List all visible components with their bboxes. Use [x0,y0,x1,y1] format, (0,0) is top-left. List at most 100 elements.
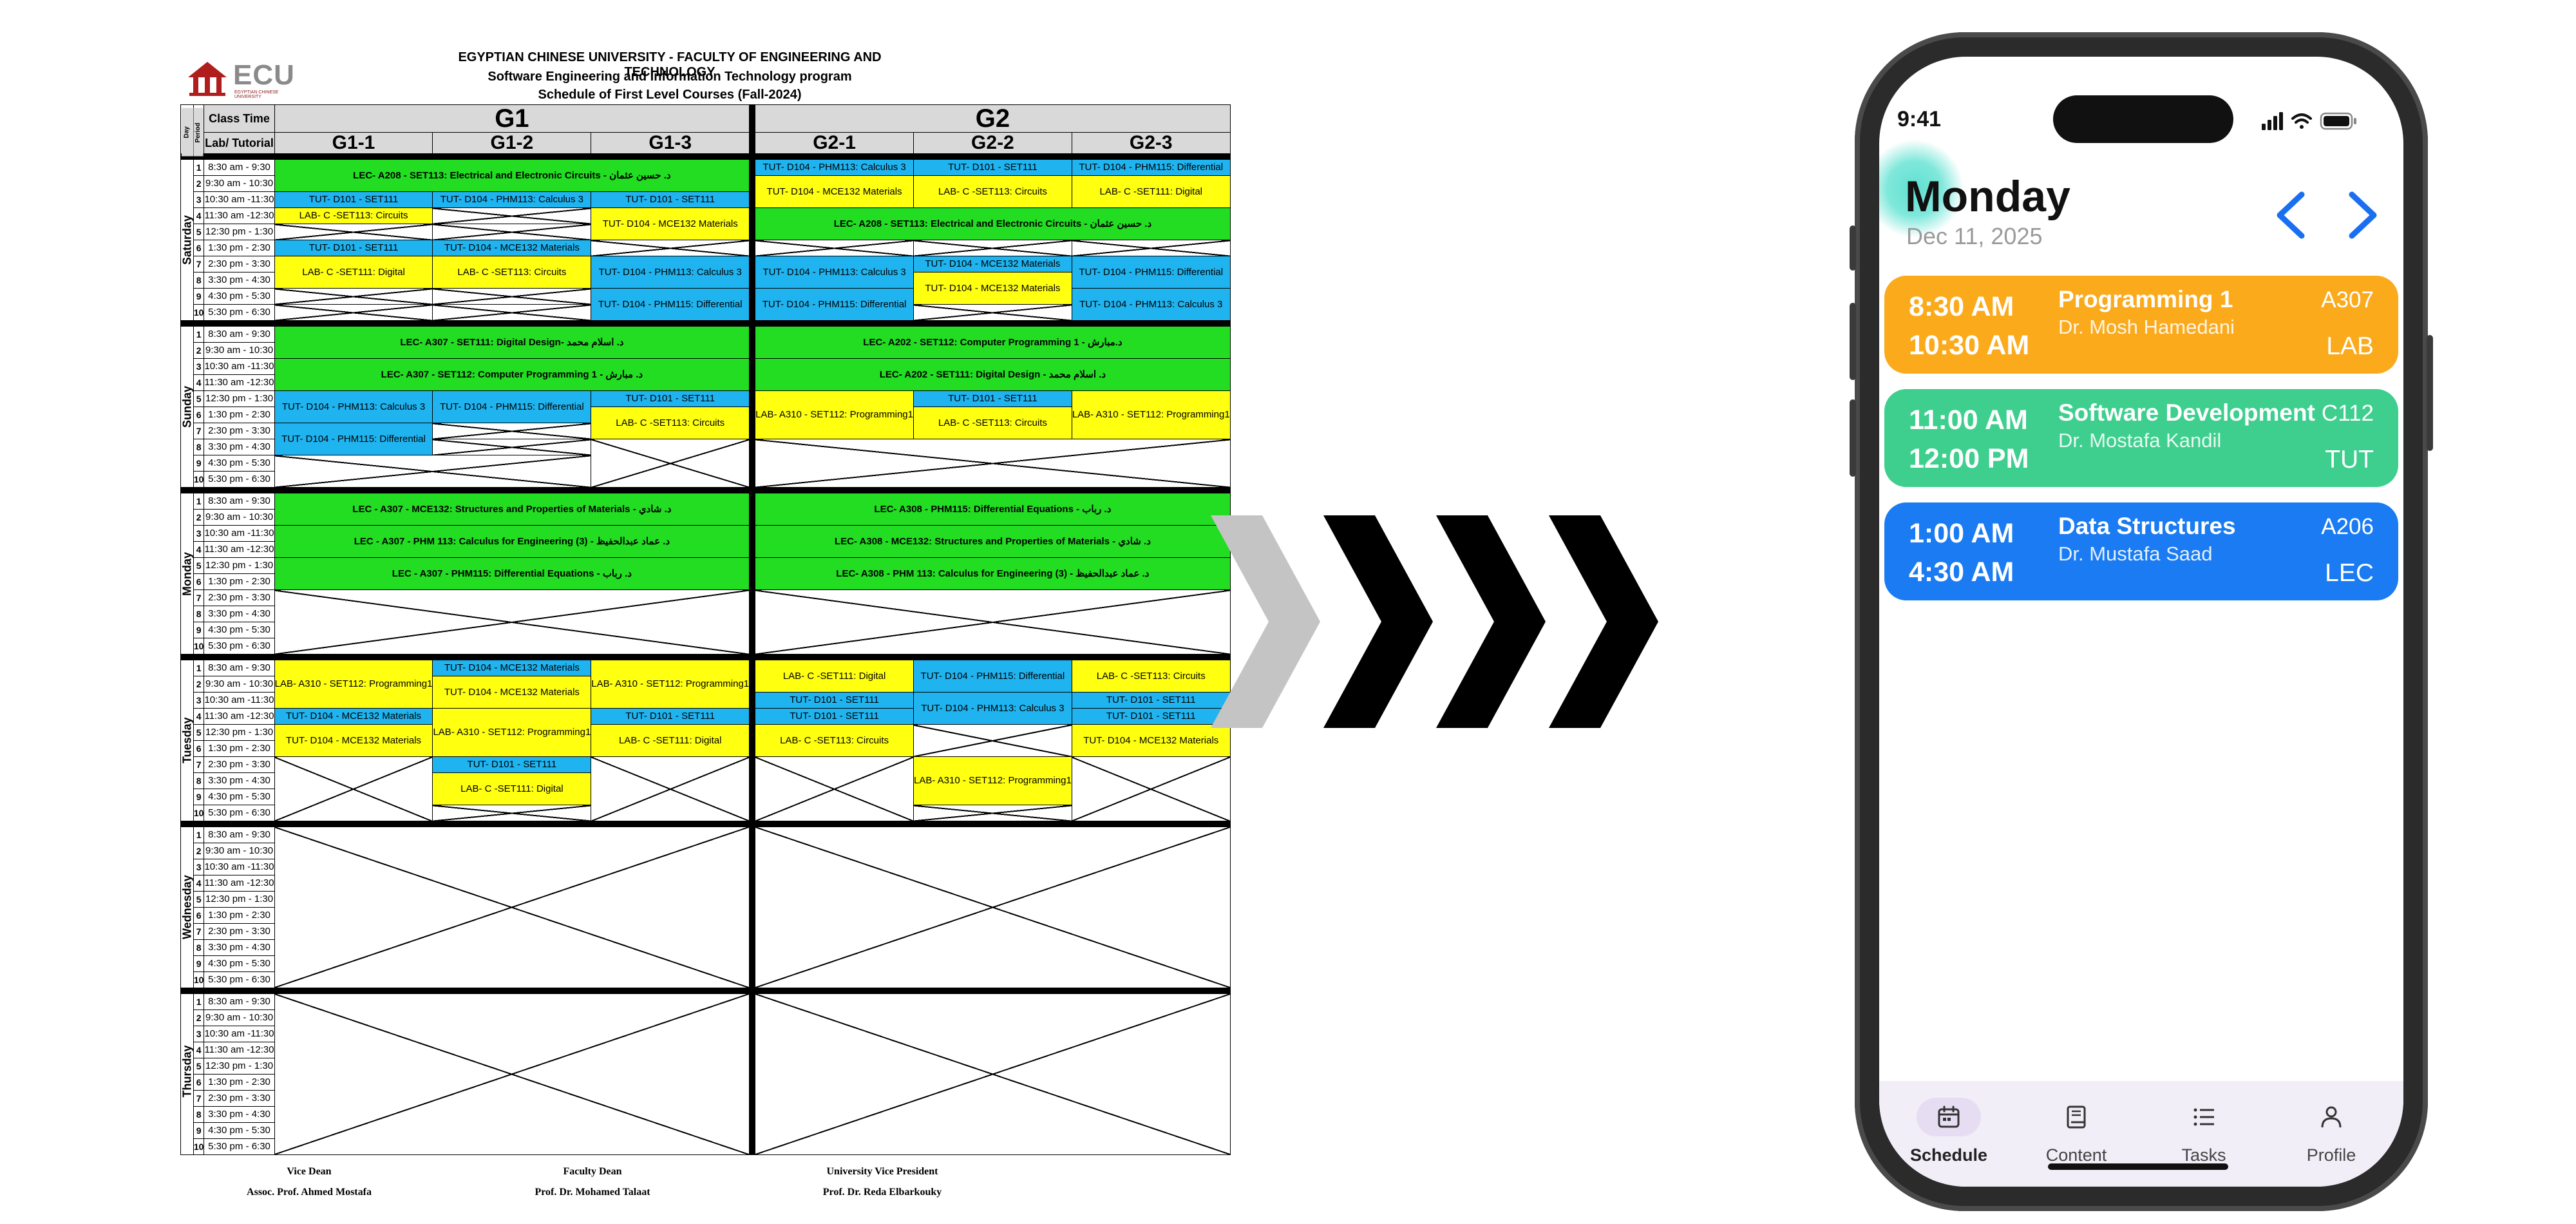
period-number: 6 [193,740,205,757]
class-start-time: 1:00 AM [1909,518,2014,549]
period-number: 6 [193,406,205,423]
period-number: 3 [193,692,205,709]
lab-cell: LAB- C -SET113: Circuits [274,207,433,224]
lab-cell: LAB- A310 - SET112: Programming1 [432,708,592,757]
empty-cell [752,589,1231,658]
period-time: 3:30 pm - 4:30 [204,939,275,956]
tutorial-cell: TUT- D101 - SET111 [432,756,592,773]
nav-label: Tasks [2181,1145,2226,1165]
day-label: Saturday [180,157,194,323]
class-card[interactable]: 1:00 AM 4:30 AM Data Structures Dr. Must… [1884,502,2398,600]
period-time: 2:30 pm - 3:30 [204,423,275,439]
tutorial-cell: TUT- D104 - PHM113: Calculus 3 [913,692,1072,725]
tutorial-cell: TUT- D104 - PHM115: Differential [432,390,592,423]
period-number: 8 [193,606,205,622]
previous-day-button[interactable] [2266,183,2317,247]
period-number: 3 [193,358,205,375]
chevron-left-icon [2277,191,2305,239]
vp-name: Prof. Dr. Reda Elbarkouky [822,1187,942,1198]
period-time: 1:30 pm - 2:30 [204,1074,275,1091]
calendar-icon [1938,1105,1960,1128]
empty-cell [591,240,756,256]
empty-cell [752,756,914,825]
period-number: 1 [193,821,205,843]
university-logo: ECU EGYPTIAN CHINESE UNIVERSITY [187,58,303,100]
lecture-cell: LEC- A307 - SET111: Digital Design- د. ا… [274,320,756,359]
transform-arrows-icon [1211,515,1658,728]
period-number: 3 [193,525,205,542]
lecture-cell: LEC- A202 - SET111: Digital Design - د. … [752,358,1231,391]
period-number: 6 [193,907,205,924]
empty-cell [432,288,592,305]
period-number: 7 [193,1090,205,1107]
lab-cell: LAB- C -SET113: Circuits [913,175,1072,208]
period-number: 10 [193,638,205,658]
lab-cell: LAB- A310 - SET112: Programming1 [913,756,1072,805]
period-number: 7 [193,923,205,940]
class-card[interactable]: 8:30 AM 10:30 AM Programming 1 Dr. Mosh … [1884,276,2398,374]
period-number: 4 [193,708,205,725]
nav-schedule[interactable]: Schedule [1891,1093,2007,1176]
nav-label: Content [2045,1145,2107,1165]
nav-profile[interactable]: Profile [2273,1093,2389,1176]
period-time: 8:30 am - 9:30 [204,320,275,343]
header-group: G1-1 [274,132,433,157]
lab-cell: LAB- A310 - SET112: Programming1 [1071,390,1231,439]
class-name: Software Development [2058,399,2315,426]
period-time: 5:30 pm - 6:30 [204,805,275,825]
status-icons [2262,112,2356,130]
period-number: 2 [193,509,205,526]
list-icon [2193,1108,2214,1126]
tutorial-cell: TUT- D101 - SET111 [752,692,914,709]
header-group: G1-3 [591,132,756,157]
period-time: 12:30 pm - 1:30 [204,557,275,574]
next-day-button[interactable] [2336,183,2388,247]
class-start-time: 11:00 AM [1909,405,2028,435]
tutorial-cell: TUT- D101 - SET111 [274,240,433,256]
period-time: 1:30 pm - 2:30 [204,406,275,423]
class-card[interactable]: 11:00 AM 12:00 PM Software Development D… [1884,389,2398,487]
period-number: 4 [193,1042,205,1058]
tutorial-cell: TUT- D104 - PHM113: Calculus 3 [274,390,433,423]
period-number: 9 [193,622,205,638]
period-time: 11:30 am -12:30 [204,875,275,892]
vice-dean-name: Assoc. Prof. Ahmed Mostafa [247,1187,372,1198]
lab-cell: LAB- C -SET113: Circuits [752,724,914,757]
status-time: 9:41 [1897,107,1942,131]
schedule-table: Day Period Class Time G1 G2 Lab/ Tutoria… [180,104,1231,1155]
battery-icon [2320,112,2356,130]
period-time: 12:30 pm - 1:30 [204,1058,275,1075]
period-number: 6 [193,240,205,256]
lab-cell: LAB- C -SET111: Digital [274,256,433,289]
period-time: 10:30 am -11:30 [204,1026,275,1042]
period-time: 9:30 am - 10:30 [204,1009,275,1026]
period-time: 8:30 am - 9:30 [204,487,275,510]
tutorial-cell: TUT- D101 - SET111 [591,708,756,725]
tutorial-cell: TUT- D101 - SET111 [1071,708,1231,725]
lecture-cell: LEC- A308 - MCE132: Structures and Prope… [752,525,1231,558]
class-end-time: 10:30 AM [1909,330,2030,361]
empty-cell [913,240,1072,256]
period-time: 9:30 am - 10:30 [204,342,275,359]
period-number: 7 [193,423,205,439]
day-title: Monday [1905,172,2070,221]
signature-footer: Vice Dean Assoc. Prof. Ahmed Mostafa Fac… [180,1166,1030,1211]
class-instructor: Dr. Mosh Hamedani [2058,316,2235,338]
tutorial-cell: TUT- D101 - SET111 [752,708,914,725]
tutorial-cell: TUT- D104 - PHM113: Calculus 3 [591,256,756,289]
header-group: G1-2 [432,132,592,157]
class-end-time: 4:30 AM [1909,557,2014,588]
empty-cell [752,240,914,256]
lab-cell: LAB- A310 - SET112: Programming1 [752,390,914,439]
period-time: 5:30 pm - 6:30 [204,471,275,491]
period-number: 1 [193,988,205,1010]
lecture-cell: LEC- A202 - SET112: Computer Programming… [752,320,1231,359]
nav-label: Profile [2306,1145,2356,1165]
period-time: 1:30 pm - 2:30 [204,907,275,924]
tutorial-cell: TUT- D104 - MCE132 Materials [274,708,433,725]
empty-cell [913,724,1072,757]
period-time: 11:30 am -12:30 [204,207,275,224]
period-time: 3:30 pm - 4:30 [204,772,275,789]
chevron-icon [1436,515,1546,728]
period-number: 5 [193,891,205,908]
